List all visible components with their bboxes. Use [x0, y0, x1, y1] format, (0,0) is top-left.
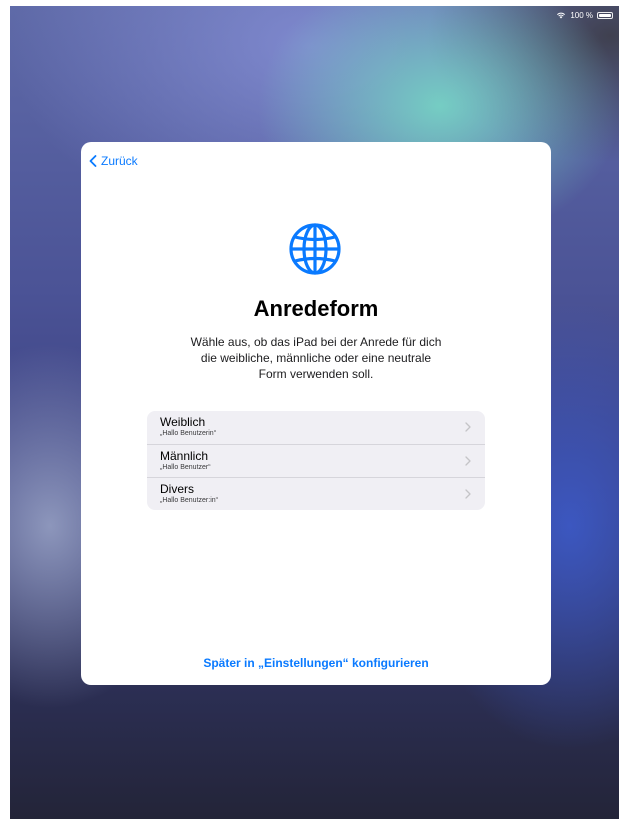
back-button[interactable]: Zurück	[89, 154, 138, 168]
option-example: „Hallo Benutzerin“	[160, 430, 217, 437]
option-weiblich[interactable]: Weiblich „Hallo Benutzerin“	[147, 411, 485, 444]
back-button-label: Zurück	[101, 154, 138, 168]
option-example: „Hallo Benutzer“	[160, 464, 211, 471]
globe-icon	[289, 223, 341, 275]
option-label: Männlich	[160, 449, 209, 463]
status-bar: 100 %	[556, 9, 613, 21]
configure-later-link[interactable]: Später in „Einstellungen“ konfigurieren	[81, 656, 551, 670]
setup-sheet: Zurück Anredeform Wähle aus, ob das iPad…	[81, 142, 551, 685]
wifi-icon	[557, 12, 566, 19]
option-label: Divers	[160, 482, 195, 496]
option-divers[interactable]: Divers „Hallo Benutzer:in“	[147, 477, 485, 510]
screen-background: 100 % Zurück Anredeform Wähle aus, ob da…	[10, 6, 619, 819]
option-maennlich[interactable]: Männlich „Hallo Benutzer“	[147, 444, 485, 477]
option-label: Weiblich	[160, 415, 206, 429]
chevron-right-icon	[465, 456, 471, 466]
page-description: Wähle aus, ob das iPad bei der Anrede fü…	[190, 335, 442, 381]
chevron-right-icon	[465, 489, 471, 499]
address-form-options: Weiblich „Hallo Benutzerin“ Männlich „Ha…	[147, 411, 485, 510]
page-title: Anredeform	[253, 296, 379, 321]
chevron-right-icon	[465, 422, 471, 432]
battery-percentage: 100 %	[570, 10, 593, 20]
chevron-left-icon	[89, 155, 97, 167]
option-example: „Hallo Benutzer:in“	[160, 497, 218, 504]
battery-icon	[597, 11, 613, 19]
